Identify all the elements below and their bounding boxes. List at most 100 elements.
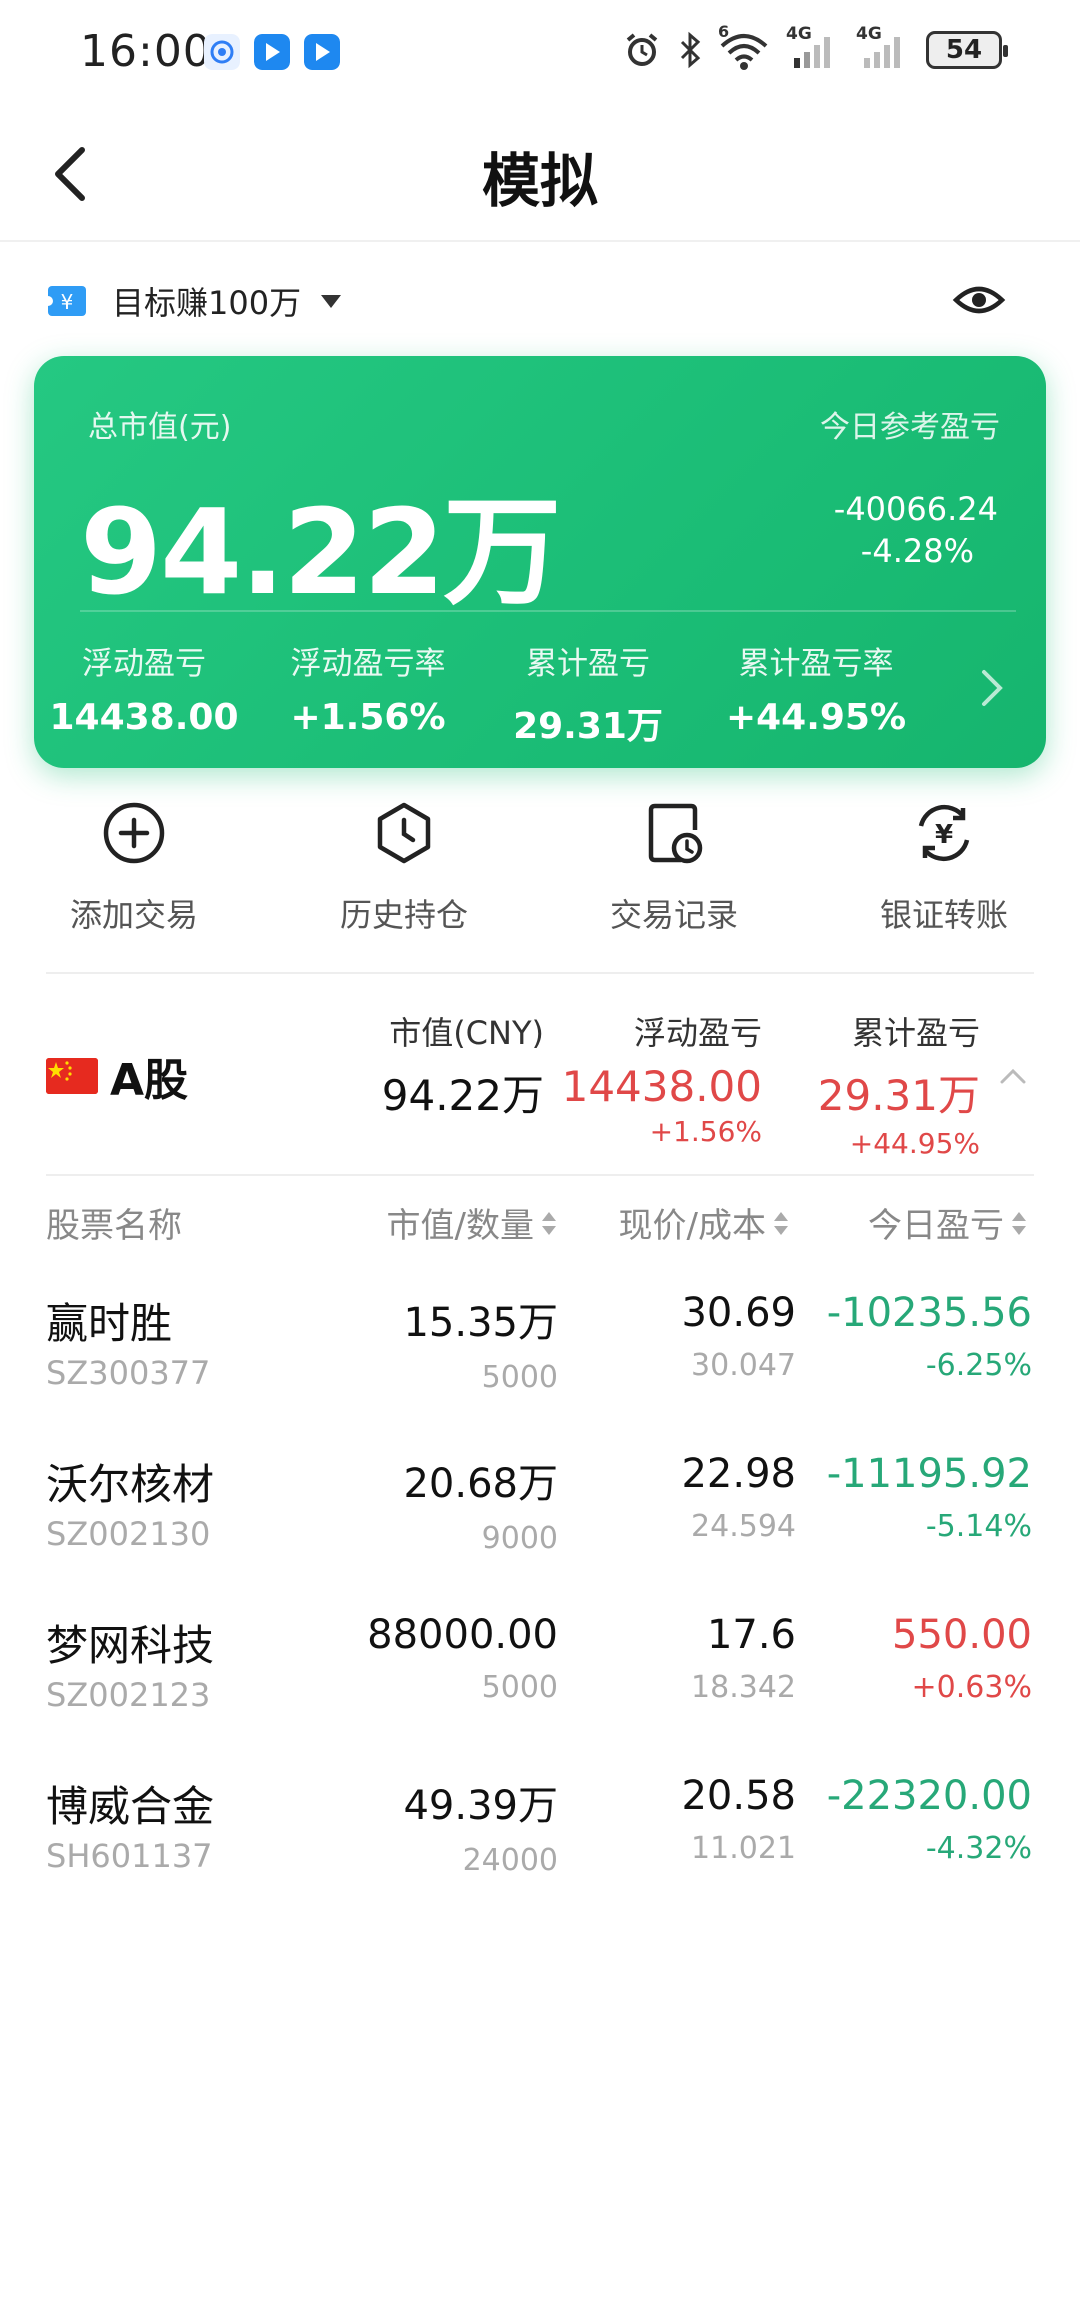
today-pl-percent: -4.28% [860,532,974,570]
today-pl-label: 今日参考盈亏 [820,410,1000,445]
market-value: 20.68万 [403,1461,558,1507]
sort-icon [774,1206,788,1240]
column-header-label: 市值/数量 [386,1206,534,1246]
status-time: 16:00 [80,26,212,77]
quantity: 24000 [462,1843,558,1878]
today-pl-cell: -22320.00 -4.32% [827,1773,1032,1866]
plus-circle-icon [103,802,165,864]
current-price: 30.69 [681,1290,796,1336]
record-clock-icon [648,803,703,864]
today-pl-percent: -5.14% [925,1509,1032,1544]
quantity: 5000 [481,1360,558,1395]
card-divider [80,610,1016,612]
status-bar: 16:00 6 4G 4G 54 [0,0,1080,104]
svg-text:¥: ¥ [61,290,74,314]
quantity: 5000 [481,1670,558,1705]
account-selector[interactable]: ¥ 目标赚100万 [46,272,1006,330]
signal-bars-icon [794,37,830,68]
float-pl-column: 浮动盈亏 14438.00 +1.56% [562,1008,762,1148]
value-qty-cell: 49.39万 24000 [403,1773,558,1878]
cost-price: 30.047 [691,1348,796,1383]
stock-name: 博威合金 [46,1782,215,1831]
app-notification-icon [204,34,240,70]
chevron-up-icon[interactable] [998,1066,1028,1086]
today-pl-value: -10235.56 [826,1290,1032,1336]
stat-label: 累计盈亏率 [738,646,894,682]
page-title: 模拟 [481,147,598,215]
today-pl-percent: +0.63% [911,1670,1032,1705]
stock-code: SZ002130 [46,1515,211,1553]
signal-bars-icon [864,37,900,68]
value-qty-cell: 88000.00 5000 [367,1612,558,1705]
current-price: 17.6 [706,1612,796,1658]
action-label: 银证转账 [879,896,1008,934]
stat-value: 14438.00 [49,697,239,738]
sort-icon [1012,1206,1026,1240]
sort-icon [542,1206,556,1240]
wifi-indicator: 6 [718,22,770,72]
divider [46,1174,1034,1176]
float-pl-percent: +1.56% [649,1115,762,1148]
cumulative-pl-value: 29.31万 [817,1071,980,1120]
float-pl-value: 14438.00 [561,1062,762,1111]
trade-records-button[interactable]: 交易记录 [554,800,794,936]
stat-cumulative-pl-rate: 累计盈亏率 +44.95% [706,638,926,738]
column-header-price-cost[interactable]: 现价/成本 [619,1198,788,1247]
add-trade-button[interactable]: 添加交易 [14,800,254,936]
total-value-label: 总市值(元) [88,410,232,445]
action-label: 交易记录 [609,896,738,934]
caret-down-icon [321,294,342,308]
market-name: A股 [110,1055,189,1106]
history-positions-button[interactable]: 历史持仓 [284,800,524,936]
today-pl-value: -11195.92 [826,1451,1032,1497]
action-label: 历史持仓 [339,896,468,934]
stock-code: SZ300377 [46,1354,211,1392]
stat-cumulative-pl: 累计盈亏 29.31万 [478,638,698,749]
today-pl-value: 550.00 [892,1612,1032,1658]
signal-indicator-2: 4G [856,24,910,72]
svg-text:¥: ¥ [935,820,953,850]
price-cost-cell: 22.98 24.594 [681,1451,796,1544]
today-pl-cell: 550.00 +0.63% [892,1612,1032,1705]
table-row[interactable]: 博威合金 SH601137 49.39万 24000 20.58 11.021 … [0,1773,1080,1933]
today-pl-percent: -4.32% [925,1831,1032,1866]
market-value: 94.22万 [381,1071,544,1120]
chevron-right-icon[interactable] [978,666,1006,710]
stat-value: +44.95% [725,697,907,738]
battery-indicator: 54 [926,31,1008,69]
stock-name: 沃尔核材 [46,1460,215,1509]
status-icons: 6 4G 4G 54 [622,22,1008,72]
market-value-column: 市值(CNY) 94.22万 [382,1008,544,1123]
app-notification-icon [304,34,340,70]
stat-value: +1.56% [290,697,446,738]
column-header-label: 现价/成本 [618,1206,766,1246]
stock-code: SH601137 [46,1837,213,1875]
stat-label: 累计盈亏 [526,646,650,682]
value-qty-cell: 15.35万 5000 [403,1290,558,1395]
column-header-value-qty[interactable]: 市值/数量 [387,1198,556,1247]
cost-price: 18.342 [691,1670,796,1705]
column-header-today-pl[interactable]: 今日盈亏 [868,1198,1026,1247]
eye-icon[interactable] [952,276,1006,324]
today-pl-value: -22320.00 [826,1773,1032,1819]
divider [46,972,1034,974]
column-header-label: 今日盈亏 [868,1206,1004,1246]
today-pl-cell: -10235.56 -6.25% [827,1290,1032,1383]
total-value: 94.22万 [80,483,561,621]
cumulative-pl-label: 累计盈亏 [851,1014,980,1052]
cost-price: 24.594 [691,1509,796,1544]
yuan-ticket-icon: ¥ [46,286,86,316]
app-notification-icon [254,34,290,70]
table-row[interactable]: 赢时胜 SZ300377 15.35万 5000 30.69 30.047 -1… [0,1290,1080,1450]
stat-label: 浮动盈亏 [82,646,206,682]
table-row[interactable]: 梦网科技 SZ002123 88000.00 5000 17.6 18.342 … [0,1612,1080,1772]
table-row[interactable]: 沃尔核材 SZ002130 20.68万 9000 22.98 24.594 -… [0,1451,1080,1611]
stat-value: 29.31万 [513,706,663,747]
value-qty-cell: 20.68万 9000 [403,1451,558,1556]
market-value: 15.35万 [403,1300,558,1346]
today-pl-value: -40066.24 [833,490,998,528]
stat-float-pl: 浮动盈亏 14438.00 [34,638,254,738]
summary-card[interactable]: 总市值(元) 94.22万 今日参考盈亏 -40066.24 -4.28% 浮动… [34,356,1046,768]
bank-transfer-button[interactable]: ¥ 银证转账 [824,800,1064,936]
stock-code: SZ002123 [46,1676,211,1714]
